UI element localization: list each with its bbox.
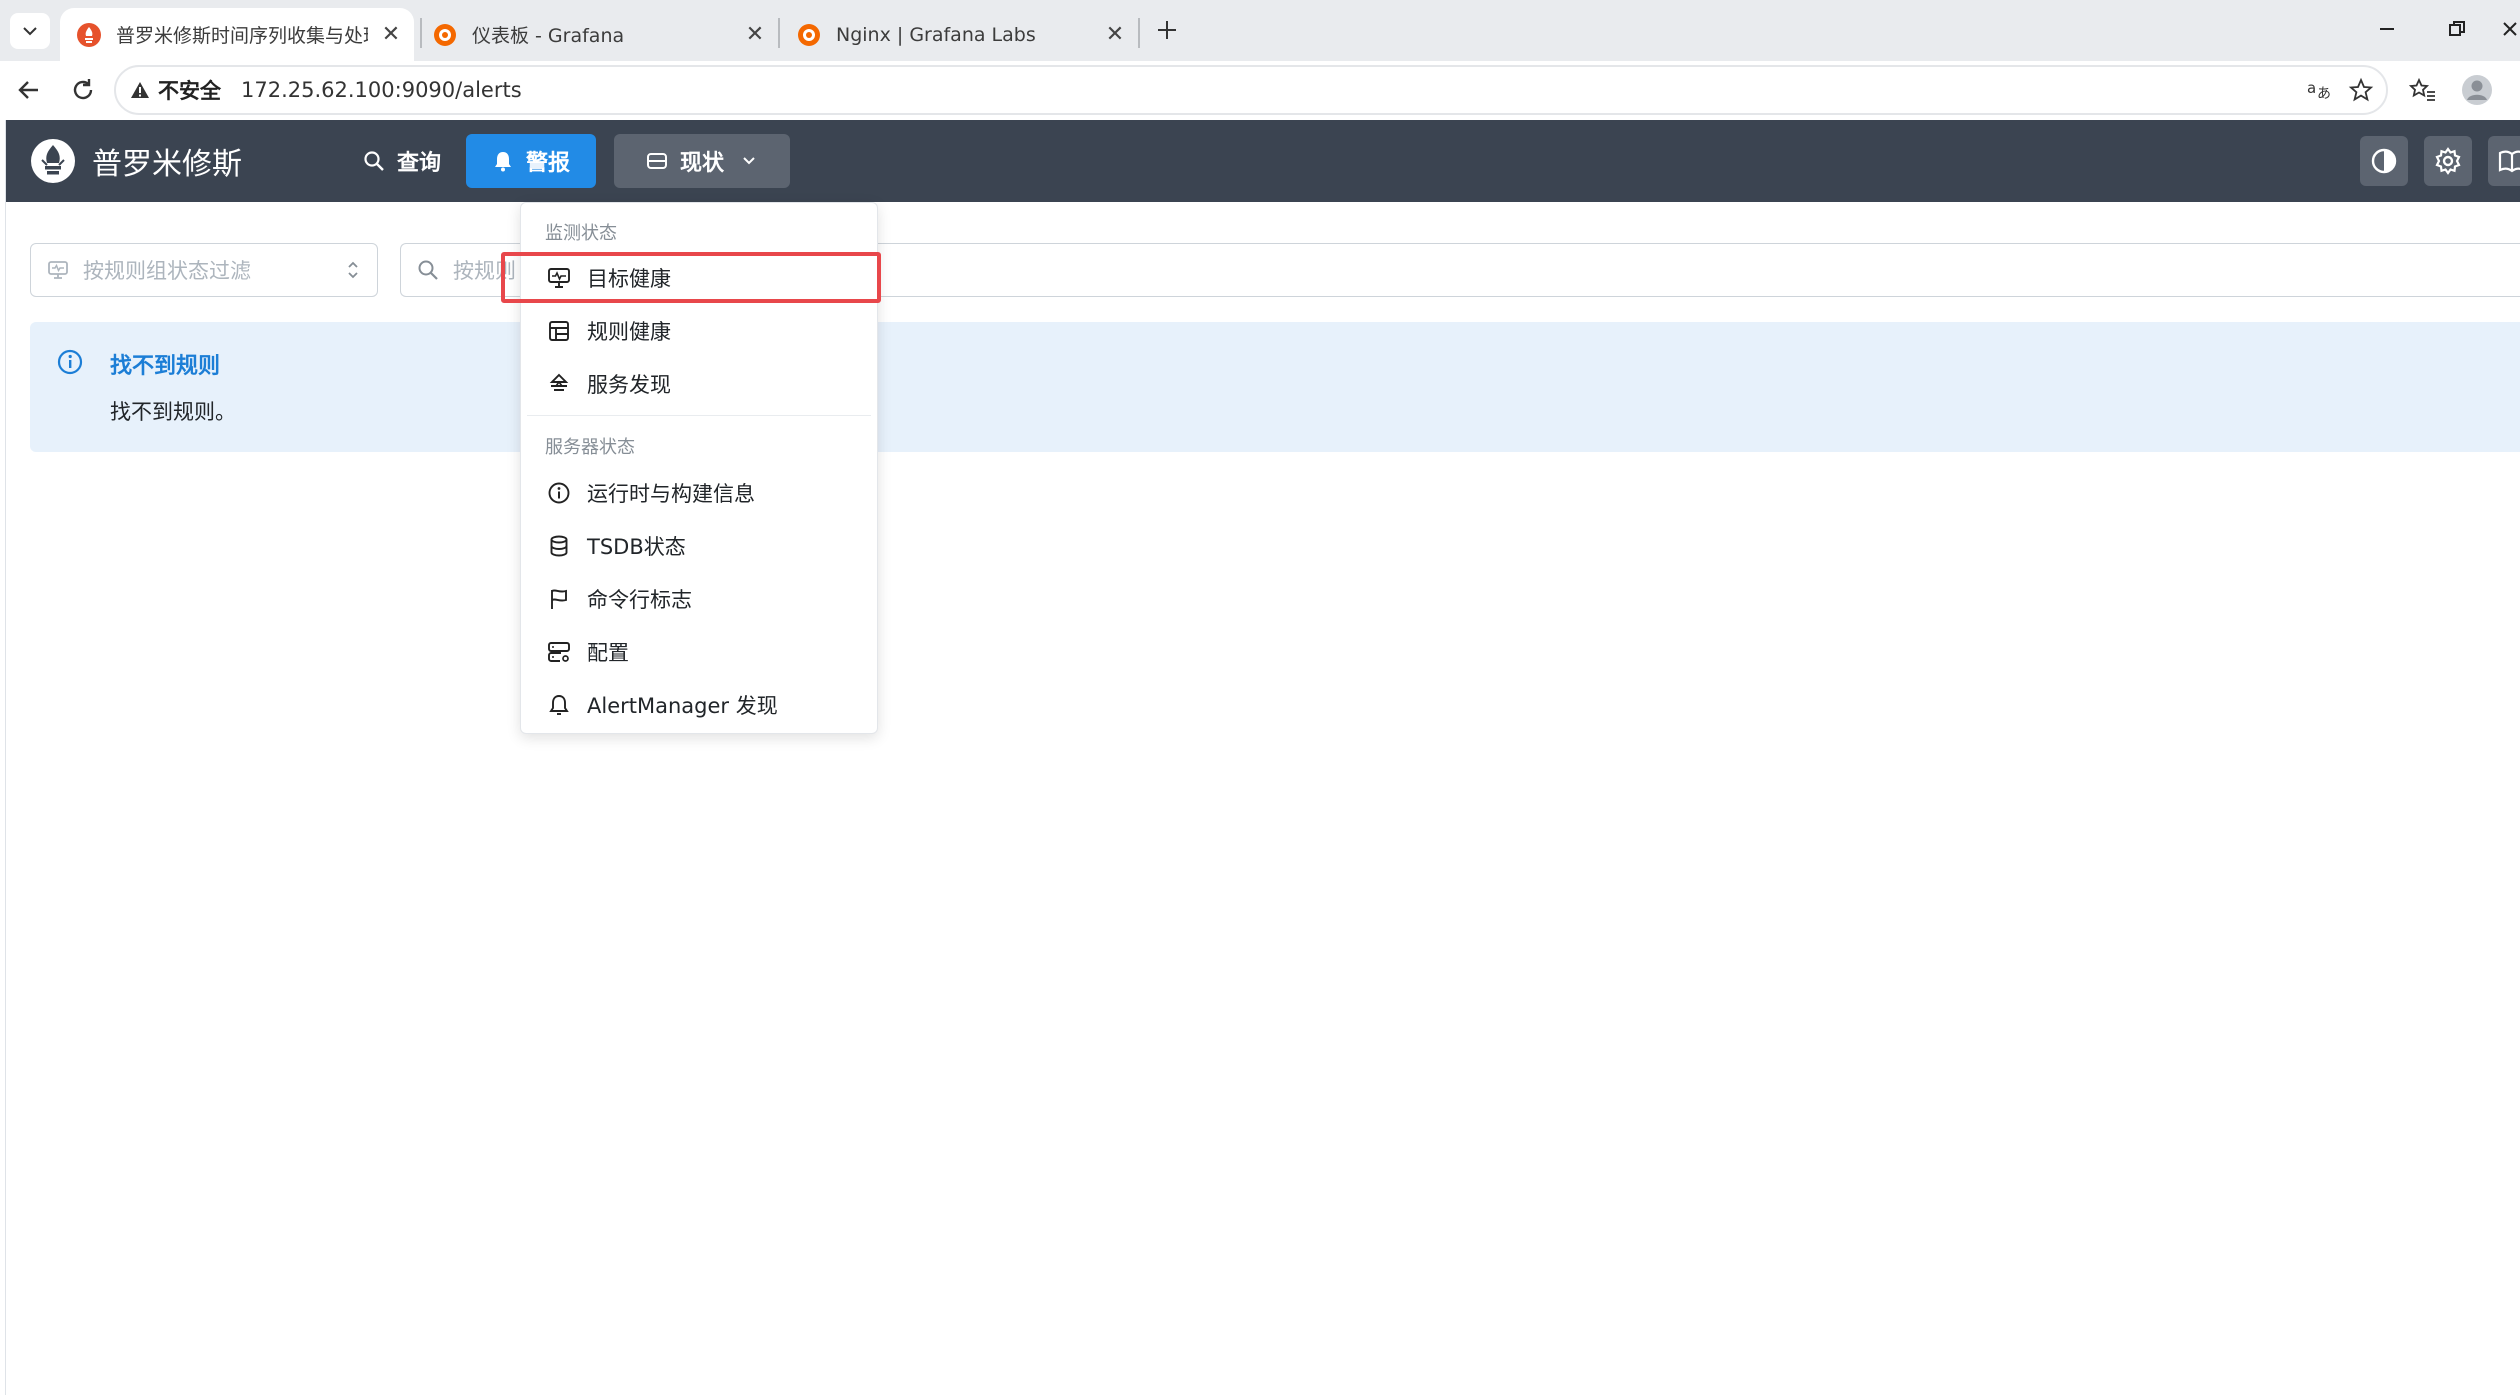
tab-separator [1138,18,1140,48]
arrow-left-icon [18,81,38,99]
back-button[interactable] [12,73,46,107]
star-icon [2348,77,2374,102]
warning-icon [131,82,149,98]
tab-title: Nginx | Grafana Labs [836,23,1036,46]
bell-icon [494,152,511,172]
grafana-icon [798,23,820,46]
chevron-down-icon [743,157,755,165]
nav-query-label: 查询 [396,151,441,176]
highlight-box [501,252,881,303]
window-edge [0,120,6,1395]
menu-item-label: 命令行标志 [587,588,692,612]
nav-status-label: 现状 [679,151,724,176]
browser-tab-grafana-dashboard[interactable]: 仪表板 - Grafana ✕ [416,8,778,61]
favorite-button[interactable] [2344,73,2378,107]
menu-item-label: 服务发现 [587,373,671,397]
nav-query-button[interactable]: 查询 [334,134,470,188]
favorites-bar-button[interactable] [2406,73,2440,107]
info-icon [548,482,570,504]
info-icon [57,349,83,375]
svg-text:あ: あ [2317,86,2331,102]
plus-icon [1158,21,1176,39]
menu-item-label: 规则健康 [587,320,671,344]
close-tab-icon[interactable]: ✕ [1104,22,1126,47]
database-icon [550,535,568,557]
menu-item-command-line-flags[interactable]: 命令行标志 [527,574,871,624]
table-icon [549,321,569,341]
address-bar[interactable]: 不安全 172.25.62.100:9090/alerts aあ [114,65,2388,115]
menu-item-alertmanager-discovery[interactable]: AlertManager 发现 [527,680,871,730]
bell-icon [549,695,569,715]
new-tab-button[interactable] [1150,13,1184,47]
tab-title: 普罗米修斯时间序列收集与处理服 [116,25,368,47]
url-text[interactable]: 172.25.62.100:9090/alerts [241,78,522,102]
server-section-label: 服务器状态 [545,437,635,458]
menu-item-rule-health[interactable]: 规则健康 [527,306,871,356]
browser-toolbar: 不安全 172.25.62.100:9090/alerts aあ [0,61,2520,119]
search-icon [364,151,384,171]
close-tab-icon[interactable]: ✕ [744,22,766,47]
service-discovery-icon [549,373,569,391]
browser-tab-prometheus[interactable]: 普罗米修斯时间序列收集与处理服 ✕ [60,8,414,61]
menu-item-label: 运行时与构建信息 [587,482,755,506]
menu-item-runtime-info[interactable]: 运行时与构建信息 [527,468,871,518]
chevron-down-icon [23,27,37,36]
monitoring-section-label: 监测状态 [545,223,617,244]
translate-icon: aあ [2307,79,2331,102]
menu-item-label: TSDB状态 [587,535,686,559]
minimize-icon [2380,28,2394,30]
avatar-icon [2462,75,2492,105]
close-tab-icon[interactable]: ✕ [380,22,402,47]
restore-button[interactable] [2440,12,2474,46]
browser-tab-grafana-labs[interactable]: Nginx | Grafana Labs ✕ [780,8,1138,61]
security-label[interactable]: 不安全 [158,75,221,105]
no-rules-alert: 找不到规则 找不到规则。 [30,322,2520,452]
menu-item-service-discovery[interactable]: 服务发现 [527,359,871,409]
favorites-list-icon [2409,77,2435,101]
server-cog-icon [548,642,570,662]
brand-title: 普罗米修斯 [92,147,242,182]
close-icon [2503,22,2517,36]
rule-group-state-filter[interactable]: 按规则组状态过滤 [30,243,378,297]
menu-item-label: AlertManager 发现 [587,694,778,718]
nav-alerts-button[interactable]: 警报 [466,134,596,188]
menu-divider [527,415,871,416]
close-window-button[interactable] [2500,12,2520,46]
gear-icon [2435,147,2461,175]
browser-tab-strip: 普罗米修斯时间序列收集与处理服 ✕ 仪表板 - Grafana ✕ Nginx … [0,0,2520,61]
settings-button[interactable] [2424,136,2472,186]
prometheus-logo-icon [31,139,75,183]
menu-item-configuration[interactable]: 配置 [527,627,871,677]
state-filter-placeholder: 按规则组状态过滤 [83,259,251,283]
grafana-icon [434,23,456,46]
flag-icon [551,589,567,609]
svg-text:a: a [2307,79,2316,97]
app-navbar: 普罗米修斯 查询 警报 现状 [6,120,2520,202]
theme-toggle-button[interactable] [2360,136,2408,186]
brand[interactable]: 普罗米修斯 [30,138,242,184]
profile-button[interactable] [2460,73,2494,107]
monitor-icon [48,261,68,279]
menu-item-tsdb-status[interactable]: TSDB状态 [527,521,871,571]
tab-title: 仪表板 - Grafana [472,25,625,47]
docs-button[interactable] [2488,136,2520,186]
server-icon [646,153,667,169]
minimize-button[interactable] [2370,12,2404,46]
tab-list-button[interactable] [10,13,50,49]
selector-icon [348,261,358,279]
alert-title: 找不到规则 [110,354,221,379]
reload-icon [73,79,93,100]
prometheus-icon [77,22,101,47]
book-icon [2498,150,2520,173]
nav-alerts-label: 警报 [525,151,570,176]
reload-button[interactable] [66,73,100,107]
search-icon [418,260,438,280]
restore-icon [2449,21,2465,36]
menu-item-label: 配置 [587,641,629,665]
alert-message: 找不到规则。 [110,400,236,424]
contrast-icon [2371,148,2397,174]
nav-status-button[interactable]: 现状 [614,134,790,188]
translate-button[interactable]: aあ [2302,73,2336,107]
